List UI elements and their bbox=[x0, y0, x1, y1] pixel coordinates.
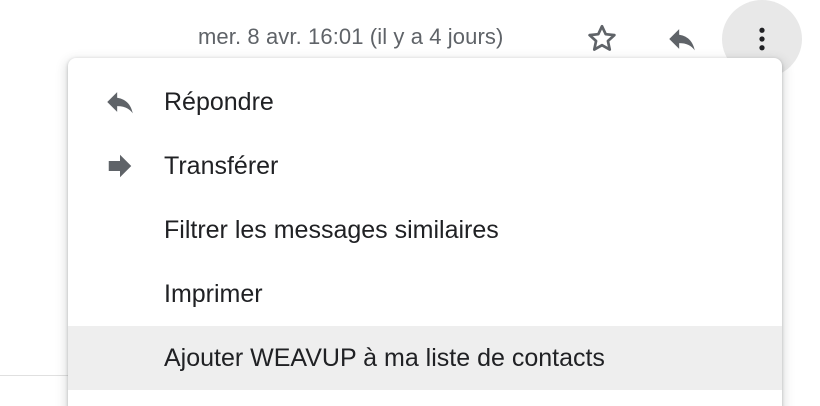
menu-item-label: Répondre bbox=[164, 87, 274, 116]
menu-item-forward[interactable]: Transférer bbox=[68, 134, 782, 198]
menu-item-add-to-contacts[interactable]: Ajouter WEAVUP à ma liste de contacts bbox=[68, 326, 782, 390]
more-vertical-icon bbox=[759, 27, 765, 51]
reply-icon bbox=[102, 84, 138, 120]
reply-button[interactable] bbox=[658, 15, 706, 63]
star-outline-icon bbox=[588, 24, 616, 51]
message-timestamp: mer. 8 avr. 16:01 (il y a 4 jours) bbox=[198, 24, 504, 49]
menu-item-label: Imprimer bbox=[164, 279, 263, 308]
email-view: mer. 8 avr. 16:01 (il y a 4 jours) Répon… bbox=[0, 0, 820, 406]
menu-item-reply[interactable]: Répondre bbox=[68, 70, 782, 134]
menu-item-filter-similar[interactable]: Filtrer les messages similaires bbox=[68, 198, 782, 262]
menu-item-label: Transférer bbox=[164, 151, 279, 180]
star-button[interactable] bbox=[578, 15, 626, 63]
menu-item-label: Ajouter WEAVUP à ma liste de contacts bbox=[164, 343, 605, 372]
reply-icon bbox=[669, 29, 695, 51]
menu-item-print[interactable]: Imprimer bbox=[68, 262, 782, 326]
forward-icon bbox=[102, 148, 138, 184]
menu-item-label: Filtrer les messages similaires bbox=[164, 215, 499, 244]
divider bbox=[0, 375, 70, 376]
message-options-menu: Répondre Transférer Filtrer les messages… bbox=[68, 58, 782, 406]
